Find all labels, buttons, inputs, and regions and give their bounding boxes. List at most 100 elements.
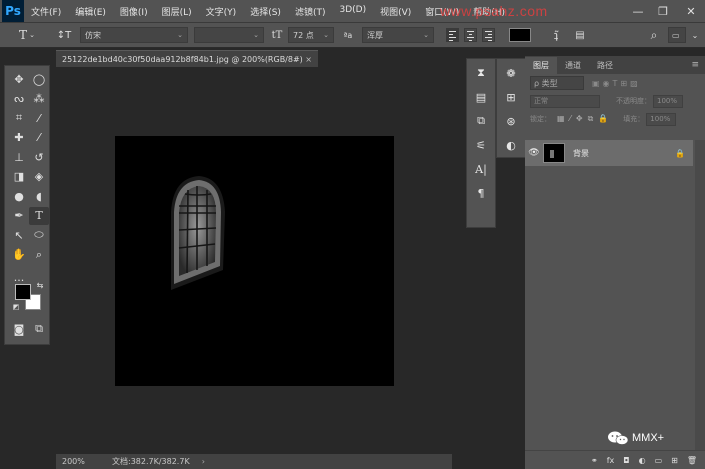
search-icon[interactable]: ⌕: [646, 27, 662, 43]
zoom-tool-icon[interactable]: ⌕: [29, 246, 49, 264]
more-tools-icon[interactable]: ···: [9, 271, 29, 289]
quick-mask-icon[interactable]: ◙: [9, 320, 29, 338]
opacity-field[interactable]: 100%: [653, 94, 683, 108]
link-layers-icon[interactable]: ⚭: [591, 456, 598, 465]
font-size-select[interactable]: 72 点 ⌄: [288, 27, 334, 43]
grid-swatches-icon[interactable]: ⊞: [497, 87, 525, 107]
screen-mode-icon[interactable]: ⧉: [29, 320, 49, 338]
paint-bucket-tool-icon[interactable]: ◈: [29, 168, 49, 186]
menu-item-3[interactable]: 图层(L): [155, 5, 199, 18]
panel-strip-left: ⧗ ▤ ⧉ ⚟ A| ¶: [466, 58, 496, 228]
character-icon[interactable]: A|: [467, 159, 495, 179]
lock-row: 锁定： ▦⁄✥⧉🔒 填充： 100%: [525, 110, 705, 128]
layer-lock-icon: 🔒: [675, 148, 685, 158]
layer-row[interactable]: 👁 背景 🔒: [525, 140, 693, 166]
info-icon[interactable]: ▤: [467, 87, 495, 107]
menu-item-7[interactable]: 3D(D): [332, 5, 373, 18]
color-wheel-icon[interactable]: ❁: [497, 63, 525, 83]
menu-item-1[interactable]: 编辑(E): [68, 5, 113, 18]
close-document-icon[interactable]: ×: [305, 55, 312, 64]
path-select-tool-icon[interactable]: ↖: [9, 226, 29, 244]
navigator-icon[interactable]: ⧉: [467, 111, 495, 131]
hand-tool-icon[interactable]: ✋: [9, 246, 29, 264]
quick-select-tool-icon[interactable]: ⁂: [29, 90, 49, 108]
lock-label: 锁定：: [530, 115, 551, 123]
account-name: MMX+: [632, 432, 665, 444]
panel-menu-icon[interactable]: ≡: [691, 60, 699, 70]
group-icon[interactable]: ▭: [655, 456, 663, 465]
panel-tab-2[interactable]: 路径: [589, 57, 621, 74]
lasso-tool-icon[interactable]: ᔓ: [9, 90, 29, 108]
restore-button[interactable]: ❐: [652, 0, 674, 22]
adjustment-layer-icon[interactable]: ◐: [639, 456, 646, 465]
arched-window-photo: [171, 176, 225, 290]
menu-item-8[interactable]: 视图(V): [373, 5, 418, 18]
menu-item-2[interactable]: 图像(I): [113, 5, 155, 18]
text-orientation-icon[interactable]: ↕T: [56, 27, 72, 43]
layer-filter-row: ρ 类型 ▣◉T⊞▨: [525, 74, 705, 92]
properties-icon[interactable]: ⚟: [467, 135, 495, 155]
brush-tool-icon[interactable]: ⁄: [29, 129, 49, 147]
close-window-button[interactable]: ✕: [680, 0, 702, 22]
layer-name: 背景: [573, 148, 589, 158]
menu-item-5[interactable]: 选择(S): [243, 5, 288, 18]
blend-mode-select[interactable]: 正常: [530, 94, 600, 108]
font-style-select[interactable]: ⌄: [194, 27, 264, 43]
history-icon[interactable]: ⧗: [467, 63, 495, 83]
panel-scrollbar[interactable]: [695, 140, 705, 450]
type-tool-icon[interactable]: T: [29, 206, 49, 225]
anti-alias-icon: ªa: [343, 30, 353, 40]
menu-item-0[interactable]: 文件(F): [24, 5, 68, 18]
align-left-button[interactable]: [446, 28, 459, 42]
lock-icons[interactable]: ▦⁄✥⧉🔒: [557, 114, 613, 124]
pen-tool-icon[interactable]: ✒: [9, 207, 29, 225]
align-right-button[interactable]: [482, 28, 495, 42]
align-center-button[interactable]: [464, 28, 477, 42]
visibility-eye-icon[interactable]: 👁: [525, 148, 543, 158]
font-family-select[interactable]: 仿宋 ⌄: [80, 27, 188, 43]
eyedropper-tool-icon[interactable]: ⁄: [29, 109, 49, 127]
swap-colors-icon[interactable]: ⇆: [35, 280, 45, 290]
document-tab[interactable]: 25122de1bd40c30f50daa912b8f84b1.jpg @ 20…: [56, 50, 318, 67]
paragraph-icon[interactable]: ¶: [467, 183, 495, 203]
fill-field[interactable]: 100%: [646, 112, 677, 126]
adjustments-icon[interactable]: ◐: [497, 135, 525, 155]
new-layer-icon[interactable]: ⊞: [671, 456, 678, 465]
zoom-level[interactable]: 200%: [56, 457, 88, 466]
mask-icon[interactable]: ◘: [623, 456, 629, 465]
anti-alias-select[interactable]: 浑厚 ⌄: [362, 27, 434, 43]
dodge-tool-icon[interactable]: ◖: [29, 187, 49, 205]
image-canvas[interactable]: [115, 136, 394, 386]
menu-bar: Ps 文件(F) 编辑(E) 图像(I) 图层(L) 文字(Y) 选择(S) 滤镜(T) 3D…: [0, 0, 705, 22]
history-brush-tool-icon[interactable]: ↺: [29, 148, 49, 166]
marquee-tool-icon[interactable]: ◯: [29, 70, 49, 88]
workspace-icon[interactable]: ▭: [668, 27, 686, 43]
eraser-tool-icon[interactable]: ◨: [9, 168, 29, 186]
libraries-icon[interactable]: ⊛: [497, 111, 525, 131]
panel-tab-0[interactable]: 图层: [525, 57, 557, 74]
blur-tool-icon[interactable]: ●: [9, 187, 29, 205]
ellipse-shape-tool-icon[interactable]: ⬭: [29, 226, 49, 244]
healing-brush-tool-icon[interactable]: ✚: [9, 129, 29, 147]
menu-item-4[interactable]: 文字(Y): [199, 5, 244, 18]
clone-stamp-tool-icon[interactable]: ⊥: [9, 148, 29, 166]
workspace-chevron-icon[interactable]: ⌄: [688, 27, 702, 43]
layer-filter-select[interactable]: ρ 类型: [530, 76, 584, 90]
move-tool-icon[interactable]: ✥: [9, 70, 29, 88]
menu-item-6[interactable]: 滤镜(T): [288, 5, 333, 18]
crop-tool-icon[interactable]: ⌗: [9, 109, 29, 127]
type-tool-preset-icon[interactable]: T ⌄: [14, 27, 40, 43]
fx-icon[interactable]: fx: [607, 456, 615, 465]
text-color-swatch[interactable]: [509, 28, 531, 42]
character-panel-icon[interactable]: ▤: [572, 27, 588, 43]
status-bar: 200% 文档:382.7K/382.7K ›: [56, 454, 452, 469]
trash-icon[interactable]: 🗑: [687, 456, 697, 465]
warp-text-icon[interactable]: ʇ̃: [548, 27, 564, 43]
status-menu-arrow[interactable]: ›: [190, 457, 205, 466]
font-size-icon: tT: [271, 29, 283, 41]
default-colors-icon[interactable]: ◩: [11, 302, 21, 312]
minimize-button[interactable]: —: [627, 0, 649, 22]
layers-panel: 图层 通道 路径 ≡ ρ 类型 ▣◉T⊞▨ 正常 不透明度： 100% 锁定： ▦⁄✥…: [525, 56, 705, 469]
filter-icons[interactable]: ▣◉T⊞▨: [592, 79, 641, 88]
panel-tab-1[interactable]: 通道: [557, 57, 589, 74]
